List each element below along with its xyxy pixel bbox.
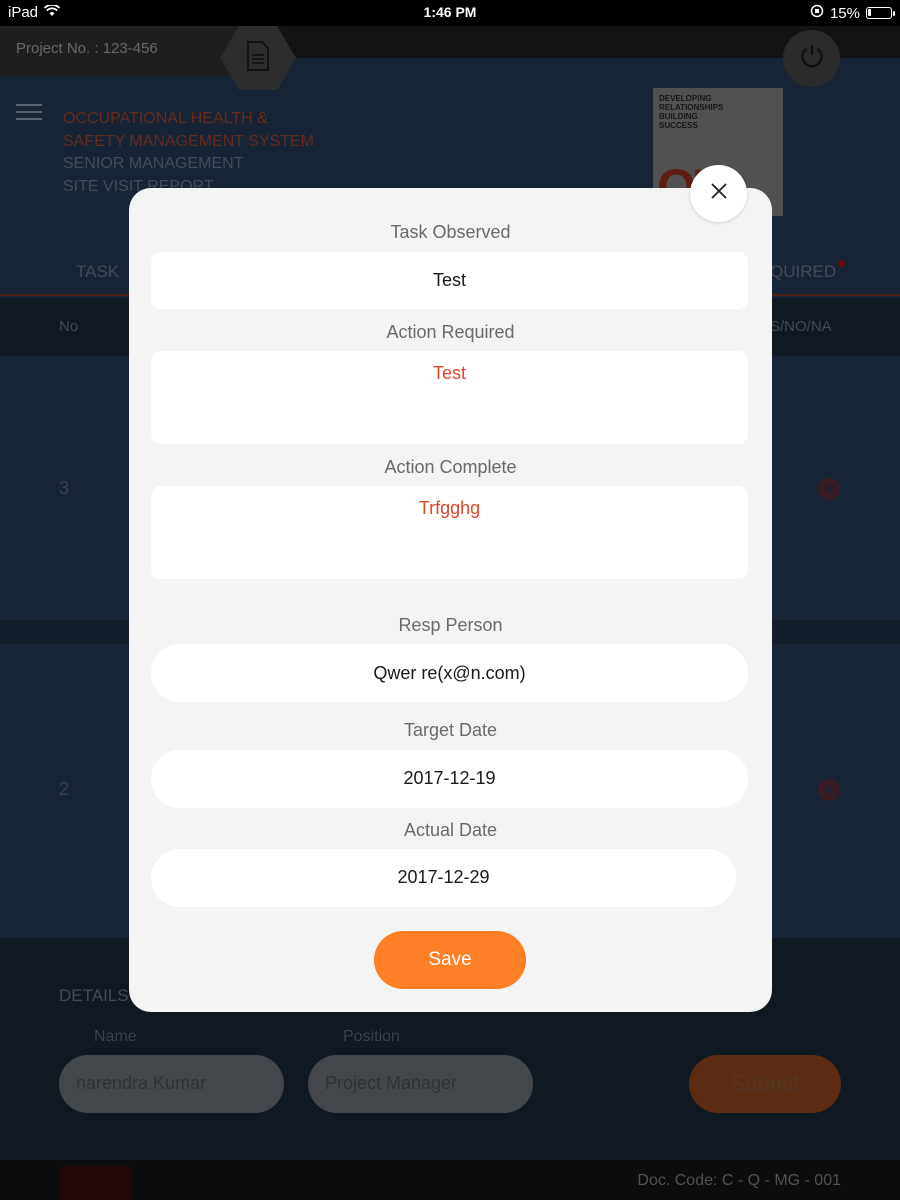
target-date-field[interactable]: 2017-12-19	[151, 750, 748, 808]
battery-fill	[868, 9, 871, 16]
resp-person-label: Resp Person	[398, 615, 503, 635]
action-complete-field[interactable]: Trfgghg	[151, 486, 748, 579]
save-button[interactable]: Save	[374, 931, 526, 989]
resp-person-field[interactable]: Qwer re(x@n.com)	[151, 644, 748, 702]
action-complete-label: Action Complete	[384, 457, 517, 477]
task-observed-label: Task Observed	[390, 222, 511, 242]
actual-date-field[interactable]: 2017-12-29	[151, 849, 736, 907]
battery-percent: 15%	[829, 4, 860, 22]
status-bar: iPad 1:46 PM 15%	[0, 0, 900, 26]
status-time: 1:46 PM	[423, 4, 477, 20]
action-required-label: Action Required	[386, 322, 515, 342]
target-date-label: Target Date	[403, 720, 498, 740]
close-button[interactable]	[690, 165, 747, 222]
close-icon	[710, 182, 728, 205]
actual-date-label: Actual Date	[403, 820, 498, 840]
edit-action-modal: Task Observed Test Action Required Test …	[129, 188, 772, 1012]
action-required-field[interactable]: Test	[151, 351, 748, 444]
orientation-lock-icon	[810, 4, 824, 22]
status-right: 15%	[810, 4, 895, 22]
battery-icon	[866, 7, 895, 19]
task-observed-field[interactable]: Test	[151, 252, 748, 309]
